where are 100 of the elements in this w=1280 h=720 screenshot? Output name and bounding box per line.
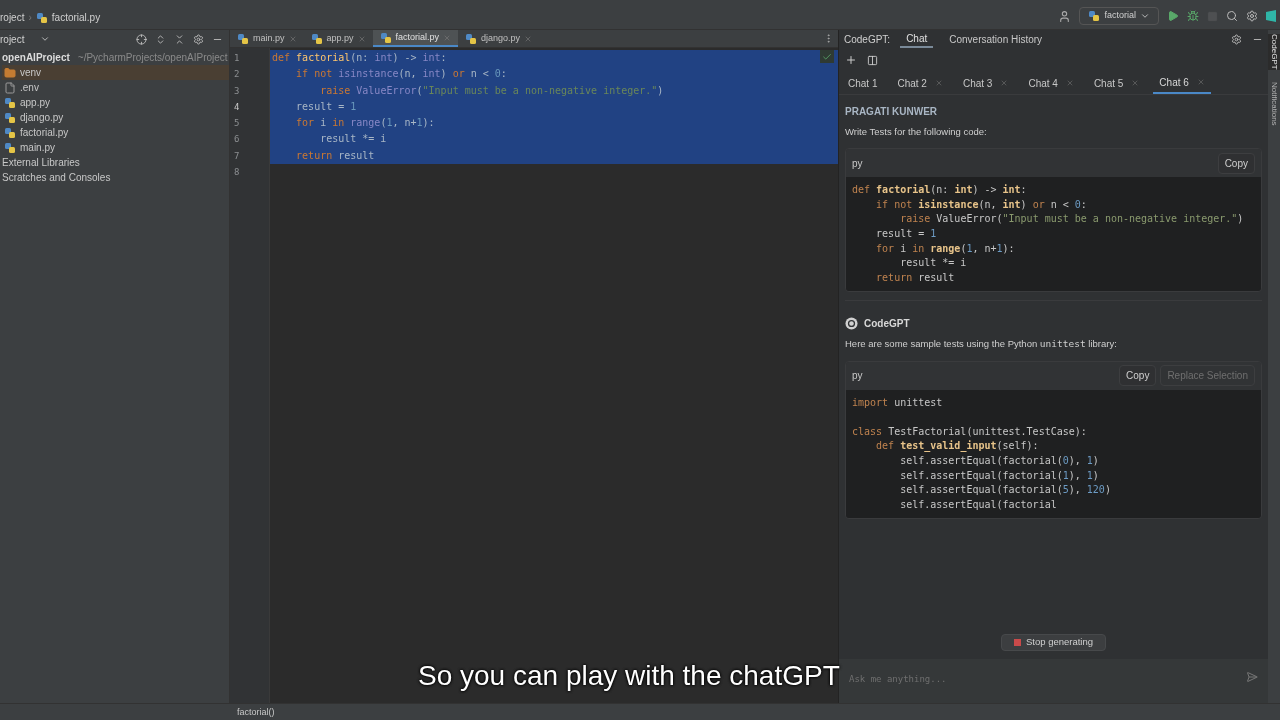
editor-tab[interactable]: factorial.py xyxy=(372,30,459,47)
language-label: py xyxy=(852,369,863,384)
close-icon[interactable] xyxy=(1131,79,1140,87)
status-bar-text: factorial() xyxy=(236,706,275,719)
chat-tab[interactable]: Chat 6 xyxy=(1153,72,1211,94)
code-line: return result xyxy=(295,149,375,161)
tree-item[interactable]: venv xyxy=(2,65,229,80)
tree-item[interactable]: factorial.py xyxy=(2,125,229,140)
python-file-icon xyxy=(379,31,392,44)
line-number: 5 xyxy=(233,117,241,131)
panel-tab[interactable]: Chat xyxy=(900,30,934,48)
close-icon[interactable] xyxy=(934,79,943,87)
collapse-all-icon[interactable] xyxy=(174,33,185,45)
tree-item[interactable]: .env xyxy=(2,80,229,95)
tree-item[interactable]: app.py xyxy=(2,95,229,110)
project-breadcrumb[interactable]: roject xyxy=(0,10,25,25)
line-number: 1 xyxy=(233,52,241,65)
editor-tab[interactable]: app.py xyxy=(303,30,373,47)
close-icon[interactable] xyxy=(1196,78,1205,86)
run-icon[interactable] xyxy=(1167,10,1179,22)
python-file-icon xyxy=(4,111,16,124)
line-number: 2 xyxy=(233,68,241,82)
send-icon[interactable] xyxy=(1246,671,1258,683)
close-icon[interactable] xyxy=(524,34,533,43)
code-line: import unittest xyxy=(852,395,944,410)
stop-generating-button[interactable]: Stop generating xyxy=(1000,634,1107,651)
code-action-button[interactable]: Copy xyxy=(1119,365,1157,387)
code-line: def factorial(n: int) -> int: xyxy=(852,183,1028,198)
close-icon[interactable] xyxy=(357,34,366,43)
code-line: result = 1 xyxy=(875,227,938,242)
chat-tab[interactable]: Chat 4 xyxy=(1022,72,1080,94)
line-number: 6 xyxy=(233,133,241,147)
code-line: for i in range(1, n+1): xyxy=(295,117,435,129)
caret-icon xyxy=(1140,11,1150,21)
python-file-icon xyxy=(310,32,323,45)
settings-icon[interactable] xyxy=(1246,10,1258,22)
panel-tab[interactable]: Conversation History xyxy=(943,30,1049,48)
tree-item[interactable]: django.py xyxy=(2,110,229,125)
plugin-logo-icon[interactable] xyxy=(1266,10,1276,22)
tree-item[interactable]: main.py xyxy=(2,140,229,155)
tree-item[interactable]: openAIProject ~/PycharmProjects/openAIProject xyxy=(0,50,229,65)
search-icon[interactable] xyxy=(1226,10,1238,22)
code-line: self.assertEqual(factorial(0), 1) xyxy=(899,454,1100,469)
chat-tab[interactable]: Chat 2 xyxy=(891,72,949,94)
chat-tab[interactable]: Chat 5 xyxy=(1087,72,1146,94)
code-line: self.assertEqual(factorial xyxy=(899,497,1058,512)
side-tool-tab[interactable]: CodeGPT xyxy=(1268,34,1280,70)
python-file-icon xyxy=(1088,10,1101,22)
code-line: self.assertEqual(factorial(5), 120) xyxy=(899,483,1112,498)
code-line: self.assertEqual(factorial(1), 1) xyxy=(899,468,1100,483)
run-config-dropdown[interactable]: factorial xyxy=(1079,7,1159,25)
python-file-icon xyxy=(4,96,16,109)
editor-tab[interactable]: django.py xyxy=(458,30,540,47)
chat-tab[interactable]: Chat 3 xyxy=(956,72,1015,94)
chat-tab[interactable]: Chat 1 xyxy=(842,72,884,94)
code-line: raise ValueError("Input must be a non-negative integer.") xyxy=(899,212,1245,227)
line-number: 7 xyxy=(233,149,241,163)
project-view-dropdown[interactable]: roject xyxy=(0,31,51,47)
message-author: CodeGPT xyxy=(864,316,910,331)
python-file-icon xyxy=(35,11,48,24)
code-line: result *= i xyxy=(899,256,968,271)
caret-icon xyxy=(40,34,51,44)
code-line: def test_valid_input(self): xyxy=(875,439,1040,454)
message-text: Here are some sample tests using the Python unittest library: xyxy=(845,337,1118,352)
split-icon[interactable] xyxy=(867,54,878,66)
close-icon[interactable] xyxy=(288,34,297,43)
code-action-button[interactable]: Copy xyxy=(1217,152,1255,174)
debug-icon[interactable] xyxy=(1187,10,1199,22)
message-text: Write Tests for the following code: xyxy=(845,125,988,139)
editor-tab[interactable]: main.py xyxy=(230,30,304,47)
python-file-icon xyxy=(465,32,478,45)
line-number: 3 xyxy=(233,84,241,98)
line-number: 4 xyxy=(233,100,241,114)
side-tool-tab[interactable]: Notifications xyxy=(1268,81,1280,126)
code-line: for i in range(1, n+1): xyxy=(875,241,1016,256)
stop-icon xyxy=(1013,639,1021,646)
panel-title: CodeGPT: xyxy=(844,32,891,47)
code-line: return result xyxy=(875,270,956,285)
breadcrumb-separator: › xyxy=(28,11,32,25)
settings-icon[interactable] xyxy=(1231,33,1242,45)
locate-icon[interactable] xyxy=(136,33,147,45)
code-line: def factorial(n: int) -> int: xyxy=(272,52,447,63)
tree-item[interactable]: External Libraries xyxy=(0,155,229,170)
tree-item[interactable]: Scratches and Consoles xyxy=(0,170,229,185)
python-file-icon xyxy=(4,141,16,154)
code-line: if not isinstance(n, int) or n < 0: xyxy=(295,68,507,80)
add-icon[interactable] xyxy=(845,54,857,66)
file-breadcrumb[interactable]: factorial.py xyxy=(51,10,101,25)
line-number: 8 xyxy=(233,166,241,180)
video-caption: So you can play with the chatGPT xyxy=(418,659,840,693)
python-file-icon xyxy=(237,32,249,45)
code-line: result = 1 xyxy=(295,100,357,112)
inspection-ok-icon[interactable] xyxy=(820,50,834,63)
close-icon[interactable] xyxy=(1000,79,1009,87)
file-icon xyxy=(4,81,16,94)
expand-all-icon[interactable] xyxy=(155,33,166,45)
settings-icon[interactable] xyxy=(193,33,204,45)
close-icon[interactable] xyxy=(1065,79,1074,87)
account-icon[interactable] xyxy=(1058,9,1072,23)
folder-icon xyxy=(4,66,16,79)
